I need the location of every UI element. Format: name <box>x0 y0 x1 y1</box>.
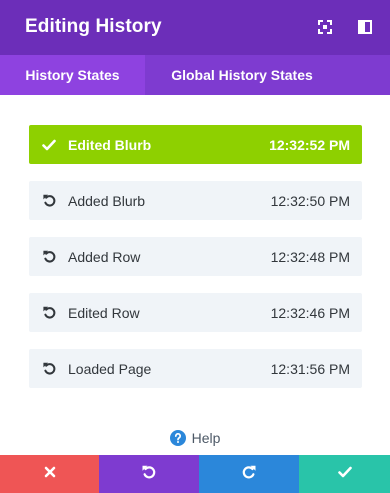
save-button[interactable] <box>299 455 390 493</box>
redo-button[interactable] <box>199 455 299 493</box>
state-time: 12:32:48 PM <box>270 248 350 265</box>
undo-icon <box>40 248 58 266</box>
footer-actions <box>0 455 390 493</box>
state-label: Edited Blurb <box>68 136 152 153</box>
close-icon <box>44 465 56 483</box>
tab-bar: History States Global History States <box>0 55 390 95</box>
history-state-item[interactable]: Edited Blurb 12:32:52 PM <box>29 125 362 164</box>
help-icon <box>169 430 186 446</box>
help-link[interactable]: Help <box>0 428 390 448</box>
history-state-item[interactable]: Added Blurb 12:32:50 PM <box>29 181 362 220</box>
history-state-item[interactable]: Edited Row 12:32:46 PM <box>29 293 362 332</box>
checkmark-icon <box>40 136 58 154</box>
expand-icon[interactable] <box>315 17 335 37</box>
tab-history-states[interactable]: History States <box>0 55 145 95</box>
undo-icon <box>141 464 157 485</box>
history-state-item[interactable]: Added Row 12:32:48 PM <box>29 237 362 276</box>
state-label: Added Row <box>68 248 141 265</box>
editing-history-panel: Editing History History States Global Hi… <box>0 0 390 493</box>
split-view-icon[interactable] <box>355 17 375 37</box>
undo-icon <box>40 360 58 378</box>
state-label: Loaded Page <box>68 360 152 377</box>
redo-icon <box>241 464 257 485</box>
undo-icon <box>40 192 58 210</box>
help-label: Help <box>191 430 221 446</box>
state-time: 12:32:50 PM <box>270 192 350 209</box>
state-label: Added Blurb <box>68 192 146 209</box>
undo-button[interactable] <box>99 455 199 493</box>
checkmark-icon <box>337 465 352 483</box>
tab-global-history-states[interactable]: Global History States <box>145 55 339 95</box>
history-state-item[interactable]: Loaded Page 12:31:56 PM <box>29 349 362 388</box>
panel-header[interactable]: Editing History <box>0 0 390 55</box>
undo-icon <box>40 304 58 322</box>
state-time: 12:31:56 PM <box>270 360 350 377</box>
state-time: 12:32:52 PM <box>269 136 350 153</box>
cancel-button[interactable] <box>0 455 99 493</box>
state-label: Edited Row <box>68 304 140 321</box>
panel-title: Editing History <box>25 16 162 37</box>
state-time: 12:32:46 PM <box>270 304 350 321</box>
